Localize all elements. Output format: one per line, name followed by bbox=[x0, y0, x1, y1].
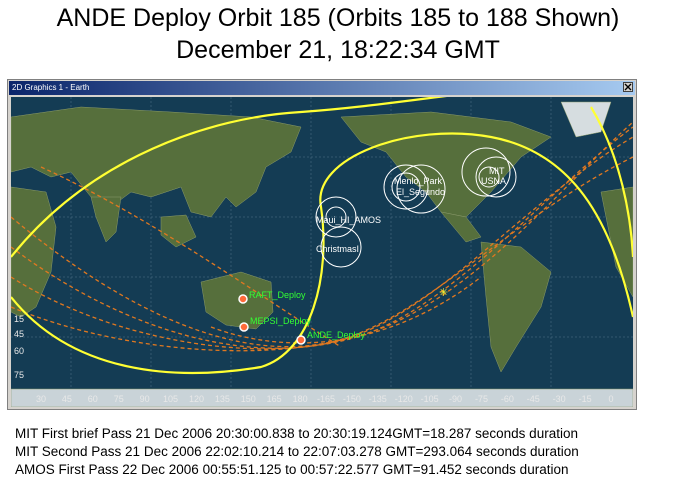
lon-tick: 0 bbox=[608, 394, 613, 404]
deploy-label: RAFT_Deploy bbox=[249, 290, 306, 300]
graphics-window: 2D Graphics 1 - Earth Menlo_Park El_Segu… bbox=[7, 79, 637, 410]
lat-tick: 60 bbox=[14, 346, 24, 356]
pass-info-line: MIT Second Pass 21 Dec 2006 22:02:10.214… bbox=[15, 444, 579, 459]
lon-tick: 135 bbox=[215, 394, 230, 404]
window-title: 2D Graphics 1 - Earth bbox=[12, 83, 90, 92]
lon-tick: -105 bbox=[421, 394, 439, 404]
site-label: ChristmasI bbox=[316, 244, 359, 254]
lon-tick: 150 bbox=[241, 394, 256, 404]
site-label: USNA bbox=[481, 176, 506, 186]
map-canvas: Menlo_Park El_Segundo MIT USNA Maui_HI_A… bbox=[11, 97, 633, 407]
lon-tick: -90 bbox=[449, 394, 462, 404]
lon-tick: 105 bbox=[163, 394, 178, 404]
lat-tick: 15 bbox=[14, 314, 24, 324]
site-label: Maui_HI_AMOS bbox=[316, 215, 381, 225]
lon-tick: 60 bbox=[88, 394, 98, 404]
lon-tick: -120 bbox=[395, 394, 413, 404]
lon-tick: 120 bbox=[189, 394, 204, 404]
lon-tick: -15 bbox=[579, 394, 592, 404]
pass-info-line: MIT First brief Pass 21 Dec 2006 20:30:0… bbox=[15, 426, 578, 441]
lon-tick: -150 bbox=[343, 394, 361, 404]
lon-tick: -135 bbox=[369, 394, 387, 404]
lon-tick: -75 bbox=[475, 394, 488, 404]
lon-tick: 90 bbox=[140, 394, 150, 404]
close-button[interactable] bbox=[623, 82, 633, 92]
lon-tick: 180 bbox=[293, 394, 308, 404]
lat-tick: 75 bbox=[14, 370, 24, 380]
site-label: El_Segundo bbox=[396, 187, 445, 197]
lon-tick: 165 bbox=[267, 394, 282, 404]
lon-tick: -45 bbox=[527, 394, 540, 404]
page-title: ANDE Deploy Orbit 185 (Orbits 185 to 188… bbox=[56, 4, 620, 32]
lon-tick: 30 bbox=[36, 394, 46, 404]
pass-info-line: AMOS First Pass 22 Dec 2006 00:55:51.125… bbox=[15, 462, 569, 477]
earth-map[interactable]: Menlo_Park El_Segundo MIT USNA Maui_HI_A… bbox=[11, 97, 633, 407]
page-subtitle: December 21, 18:22:34 GMT bbox=[176, 36, 500, 64]
deploy-label: ANDE_Deploy bbox=[307, 330, 366, 340]
longitude-axis: 30 45 60 75 90 105 120 135 150 165 180 -165 -150 -135… bbox=[36, 394, 614, 404]
site-label: MIT bbox=[489, 166, 505, 176]
lat-tick: 45 bbox=[14, 329, 24, 339]
close-icon bbox=[624, 83, 632, 91]
sun-icon: ✳ bbox=[439, 286, 448, 299]
deploy-label: MEPSI_Deploy bbox=[250, 316, 312, 326]
site-label: Menlo_Park bbox=[394, 176, 443, 186]
lon-tick: -165 bbox=[317, 394, 335, 404]
window-titlebar[interactable]: 2D Graphics 1 - Earth bbox=[9, 81, 635, 95]
lon-tick: 45 bbox=[62, 394, 72, 404]
lon-tick: -30 bbox=[553, 394, 566, 404]
lon-tick: -60 bbox=[501, 394, 514, 404]
lon-tick: 75 bbox=[114, 394, 124, 404]
